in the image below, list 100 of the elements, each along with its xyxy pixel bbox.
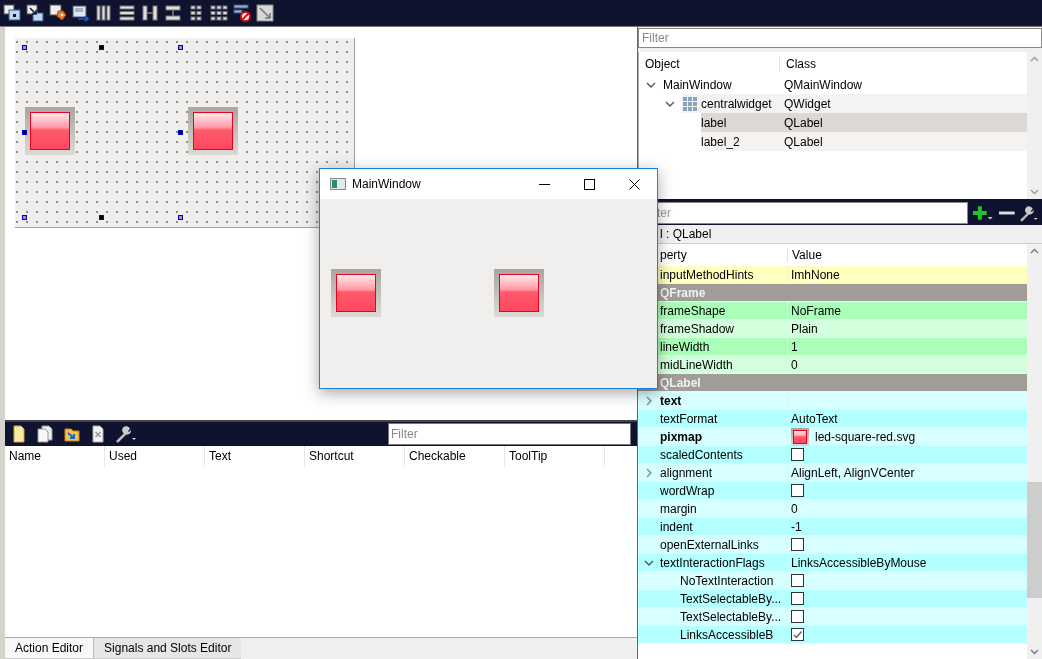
splitter-icon[interactable] xyxy=(141,4,159,22)
class-name: QWidget xyxy=(784,96,831,111)
checkbox[interactable] xyxy=(791,574,804,587)
maximize-icon xyxy=(584,178,595,190)
scroll-down-icon[interactable] xyxy=(1030,649,1039,655)
no-sign-icon[interactable] xyxy=(233,4,251,22)
grid-icon[interactable] xyxy=(210,4,228,22)
filter-field[interactable]: Filter xyxy=(638,28,1042,48)
columns-icon[interactable] xyxy=(95,4,113,22)
checkbox[interactable] xyxy=(791,448,804,461)
windows-icon[interactable] xyxy=(3,4,21,22)
property-value: AlignLeft, AlignVCenter xyxy=(791,465,915,480)
check-mark-icon xyxy=(792,629,803,640)
selection-handle[interactable] xyxy=(178,130,183,135)
scrollbar[interactable] xyxy=(1027,244,1042,659)
property-value: -1 xyxy=(791,519,802,534)
checkbox[interactable] xyxy=(791,592,804,605)
property-name: alignment xyxy=(660,465,713,480)
property-row[interactable]: textInteractionFlags LinksAccessibleByMouse xyxy=(638,554,1027,572)
column-header[interactable]: Value xyxy=(788,248,822,262)
selection-handle[interactable] xyxy=(22,130,27,135)
property-row[interactable]: wordWrap xyxy=(638,482,1027,500)
checkbox[interactable] xyxy=(791,538,804,551)
splitter-icon[interactable] xyxy=(164,4,182,22)
scrollbar-thumb[interactable] xyxy=(1027,482,1042,598)
column-header[interactable]: Checkable xyxy=(405,446,505,467)
property-name: frameShadow xyxy=(660,321,735,336)
document-icon[interactable] xyxy=(11,425,27,443)
selection-handle[interactable] xyxy=(178,215,183,220)
property-value: 0 xyxy=(791,501,798,516)
add-icon[interactable] xyxy=(972,204,994,222)
property-row[interactable]: textFormat AutoText xyxy=(638,410,1027,428)
checkbox[interactable] xyxy=(791,628,804,641)
property-row[interactable]: scaledContents xyxy=(638,446,1027,464)
grid-icon[interactable] xyxy=(187,4,205,22)
property-value: ImhNone xyxy=(791,267,840,282)
tree-item[interactable]: label_2 QLabel xyxy=(701,132,1027,151)
property-value: Plain xyxy=(791,321,818,336)
object-name: centralwidget xyxy=(701,96,773,111)
property-value: 0 xyxy=(791,357,798,372)
column-header[interactable]: Used xyxy=(105,446,205,467)
property-row[interactable]: openExternalLinks xyxy=(638,536,1027,554)
column-header[interactable]: ToolTip xyxy=(505,446,605,467)
tag-icon[interactable] xyxy=(49,4,67,22)
class-name: QLabel xyxy=(784,115,823,130)
property-name: wordWrap xyxy=(660,483,715,498)
documents-icon[interactable] xyxy=(36,425,54,443)
checkbox[interactable] xyxy=(791,610,804,623)
tree-item[interactable]: centralwidget QWidget xyxy=(682,94,1027,113)
property-row[interactable]: alignment AlignLeft, AlignVCenter xyxy=(638,464,1027,482)
property-row[interactable]: TextSelectableBy... xyxy=(638,590,1027,608)
scroll-up-icon[interactable] xyxy=(1030,248,1039,254)
checkbox[interactable] xyxy=(791,484,804,497)
property-name: frameShape xyxy=(660,303,726,318)
class-name: QLabel xyxy=(784,134,823,149)
folder-icon[interactable] xyxy=(63,425,81,443)
property-row[interactable]: pixmap led-square-red.svg xyxy=(638,428,1027,446)
property-row[interactable]: indent -1 xyxy=(638,518,1027,536)
window-arrow-icon[interactable] xyxy=(26,4,44,22)
property-name: midLineWidth xyxy=(660,357,733,372)
delete-icon[interactable] xyxy=(90,425,106,443)
property-value: NoFrame xyxy=(791,303,841,318)
object-name: label xyxy=(701,115,728,130)
property-row[interactable]: NoTextInteraction xyxy=(638,572,1027,590)
column-header[interactable]: Shortcut xyxy=(305,446,405,467)
tree-item[interactable]: MainWindow QMainWindow xyxy=(663,75,1027,94)
column-header[interactable]: Object xyxy=(639,56,780,71)
object-name: MainWindow xyxy=(663,77,733,92)
property-row[interactable]: margin 0 xyxy=(638,500,1027,518)
wrench-icon[interactable] xyxy=(1019,204,1039,222)
column-header[interactable]: Text xyxy=(205,446,305,467)
selection-handle[interactable] xyxy=(178,45,183,50)
property-name: inputMethodHints xyxy=(660,267,754,282)
wrench-icon[interactable] xyxy=(115,425,137,443)
property-name: NoTextInteraction xyxy=(680,573,774,588)
selection-handle[interactable] xyxy=(99,215,104,220)
property-name: indent xyxy=(660,519,693,534)
selection-handle[interactable] xyxy=(22,45,27,50)
selection-handle[interactable] xyxy=(99,45,104,50)
selection-handle[interactable] xyxy=(22,215,27,220)
column-header[interactable]: Name xyxy=(5,446,105,467)
tab[interactable]: Signals and Slots Editor xyxy=(94,638,242,659)
property-value: LinksAccessibleByMouse xyxy=(791,555,927,570)
property-row[interactable]: LinksAccessibleB xyxy=(638,626,1027,644)
led-icon xyxy=(494,269,544,317)
window-arrow-icon[interactable] xyxy=(72,4,90,22)
property-name: scaledContents xyxy=(660,447,743,462)
tab[interactable]: Action Editor xyxy=(5,638,95,659)
property-name: text xyxy=(660,393,682,408)
tree-item[interactable]: label QLabel xyxy=(701,113,1027,132)
resize-icon[interactable] xyxy=(256,4,274,22)
column-header[interactable]: Class xyxy=(780,56,822,71)
property-name: textFormat xyxy=(660,411,718,426)
property-row[interactable]: text xyxy=(638,392,1027,410)
filter-field[interactable]: Filter xyxy=(388,423,631,445)
property-row[interactable]: TextSelectableBy... xyxy=(638,608,1027,626)
led-icon xyxy=(25,107,75,155)
rows-icon[interactable] xyxy=(118,4,136,22)
property-name: pixmap xyxy=(660,429,702,444)
window-title: MainWindow xyxy=(352,177,422,191)
